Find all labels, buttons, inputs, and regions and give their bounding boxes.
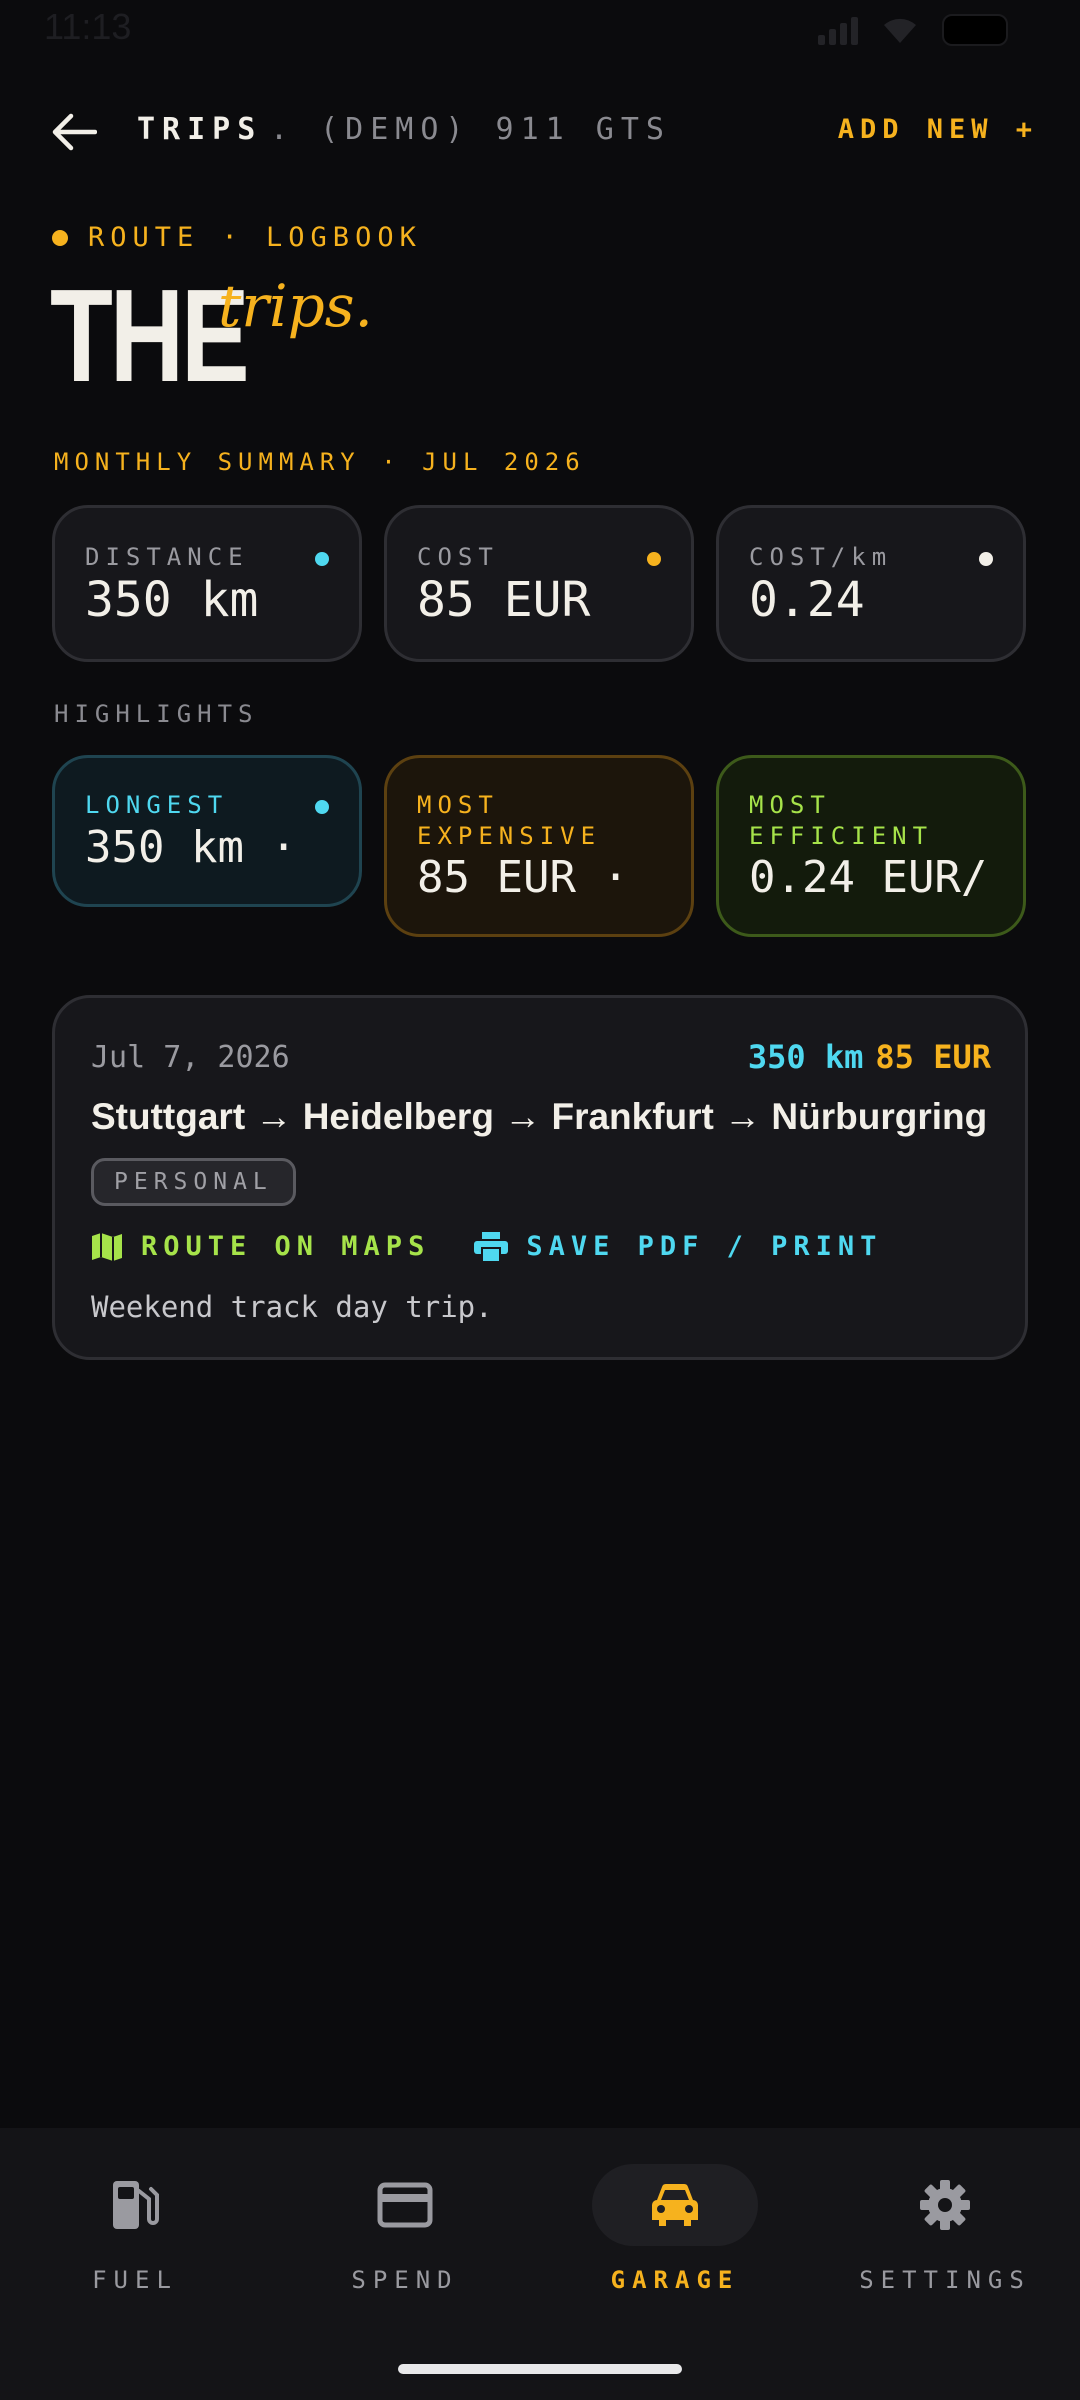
stat-dot xyxy=(315,552,329,566)
kicker-label: ROUTE · LOGBOOK xyxy=(88,222,422,253)
trip-route: Stuttgart → Heidelberg → Frankfurt → Nür… xyxy=(91,1096,988,1137)
nav-label-garage: GARAGE xyxy=(610,2266,740,2294)
arrow-left-icon xyxy=(52,113,97,151)
back-button[interactable] xyxy=(46,104,102,160)
add-new-button[interactable]: ADD NEW + xyxy=(838,114,1038,145)
highlight-card-longest[interactable]: LONGEST 350 km · xyxy=(52,755,362,907)
credit-card-icon xyxy=(377,2182,433,2228)
highlight-label: MOST EFFICIENT xyxy=(749,790,933,852)
highlights-label: HIGHLIGHTS xyxy=(54,700,259,728)
trip-amounts: 350 km 85 EUR xyxy=(748,1038,991,1076)
highlight-label-line2: EXPENSIVE xyxy=(417,822,602,851)
route-on-maps-label: ROUTE ON MAPS xyxy=(141,1231,431,1262)
highlight-dot xyxy=(315,800,329,814)
nav-label-settings: SETTINGS xyxy=(859,2266,1031,2294)
save-pdf-print-label: SAVE PDF / PRINT xyxy=(526,1231,883,1262)
nav-icon-wrap xyxy=(862,2164,1028,2246)
highlight-card-most-efficient[interactable]: MOST EFFICIENT 0.24 EUR/ xyxy=(716,755,1026,937)
highlight-value: 350 km · xyxy=(85,822,297,873)
trip-note: Weekend track day trip. xyxy=(91,1290,493,1324)
trip-card[interactable]: Jul 7, 2026 350 km 85 EUR Stuttgart → Hei… xyxy=(52,995,1028,1360)
gear-icon xyxy=(920,2180,970,2230)
stat-card-cost-per-km: COST/km 0.24 xyxy=(716,505,1026,662)
vehicle-subtitle: . (DEMO) 911 GTS xyxy=(270,112,671,147)
trip-actions: ROUTE ON MAPS SAVE PDF / PRINT xyxy=(91,1231,882,1262)
stat-dot xyxy=(979,552,993,566)
stat-value: 0.24 xyxy=(749,572,865,628)
stat-card-cost: COST 85 EUR xyxy=(384,505,694,662)
stat-label: DISTANCE xyxy=(85,543,249,571)
stat-dot xyxy=(647,552,661,566)
highlight-label: LONGEST xyxy=(85,791,229,819)
fuel-pump-icon xyxy=(113,2181,159,2229)
stat-label: COST xyxy=(417,543,499,571)
trip-cost: 85 EUR xyxy=(875,1038,991,1076)
nav-item-fuel[interactable]: FUEL xyxy=(0,2128,270,2328)
printer-icon xyxy=(474,1231,509,1262)
route-on-maps-button[interactable]: ROUTE ON MAPS xyxy=(91,1231,430,1262)
signal-icon xyxy=(818,15,858,45)
highlight-label-line1: MOST xyxy=(417,791,499,819)
nav-item-garage[interactable]: GARAGE xyxy=(540,2128,810,2328)
home-indicator[interactable] xyxy=(398,2364,682,2374)
nav-label-spend: SPEND xyxy=(351,2266,459,2294)
nav-item-settings[interactable]: SETTINGS xyxy=(810,2128,1080,2328)
trip-distance: 350 km xyxy=(747,1038,864,1076)
highlight-label: MOST EXPENSIVE xyxy=(417,790,601,852)
highlight-label-line2: EFFICIENT xyxy=(749,822,934,851)
section-kicker: ROUTE · LOGBOOK xyxy=(52,222,422,253)
highlight-card-most-expensive[interactable]: MOST EXPENSIVE 85 EUR · xyxy=(384,755,694,937)
nav-icon-wrap xyxy=(322,2164,488,2246)
stat-card-distance: DISTANCE 350 km xyxy=(52,505,362,662)
battery-icon xyxy=(942,14,1008,46)
nav-icon-wrap xyxy=(52,2164,218,2246)
hero-title-script: trips. xyxy=(218,272,373,340)
kicker-dot xyxy=(52,229,68,246)
map-icon xyxy=(92,1232,122,1261)
status-icons xyxy=(818,14,1008,46)
stat-value: 85 EUR xyxy=(417,572,591,628)
monthly-summary-label: MONTHLY SUMMARY · JUL 2026 xyxy=(54,448,586,476)
trip-date: Jul 7, 2026 xyxy=(91,1040,290,1075)
highlight-label-line1: MOST xyxy=(749,791,831,819)
save-pdf-print-button[interactable]: SAVE PDF / PRINT xyxy=(474,1231,882,1262)
wifi-icon xyxy=(884,18,916,43)
bottom-navigation: FUEL SPEND GARAGE SETTINGS xyxy=(0,2128,1080,2400)
status-time: 11:13 xyxy=(44,6,132,47)
car-icon xyxy=(652,2183,698,2226)
highlight-value: 0.24 EUR/ xyxy=(749,852,988,903)
trip-category-badge: PERSONAL xyxy=(91,1158,296,1206)
nav-label-fuel: FUEL xyxy=(92,2266,178,2294)
stat-value: 350 km xyxy=(85,572,259,628)
page-title: TRIPS xyxy=(137,112,263,147)
highlight-value: 85 EUR · xyxy=(417,852,629,903)
nav-item-spend[interactable]: SPEND xyxy=(270,2128,540,2328)
stat-label: COST/km xyxy=(749,543,893,571)
nav-icon-wrap xyxy=(592,2164,758,2246)
